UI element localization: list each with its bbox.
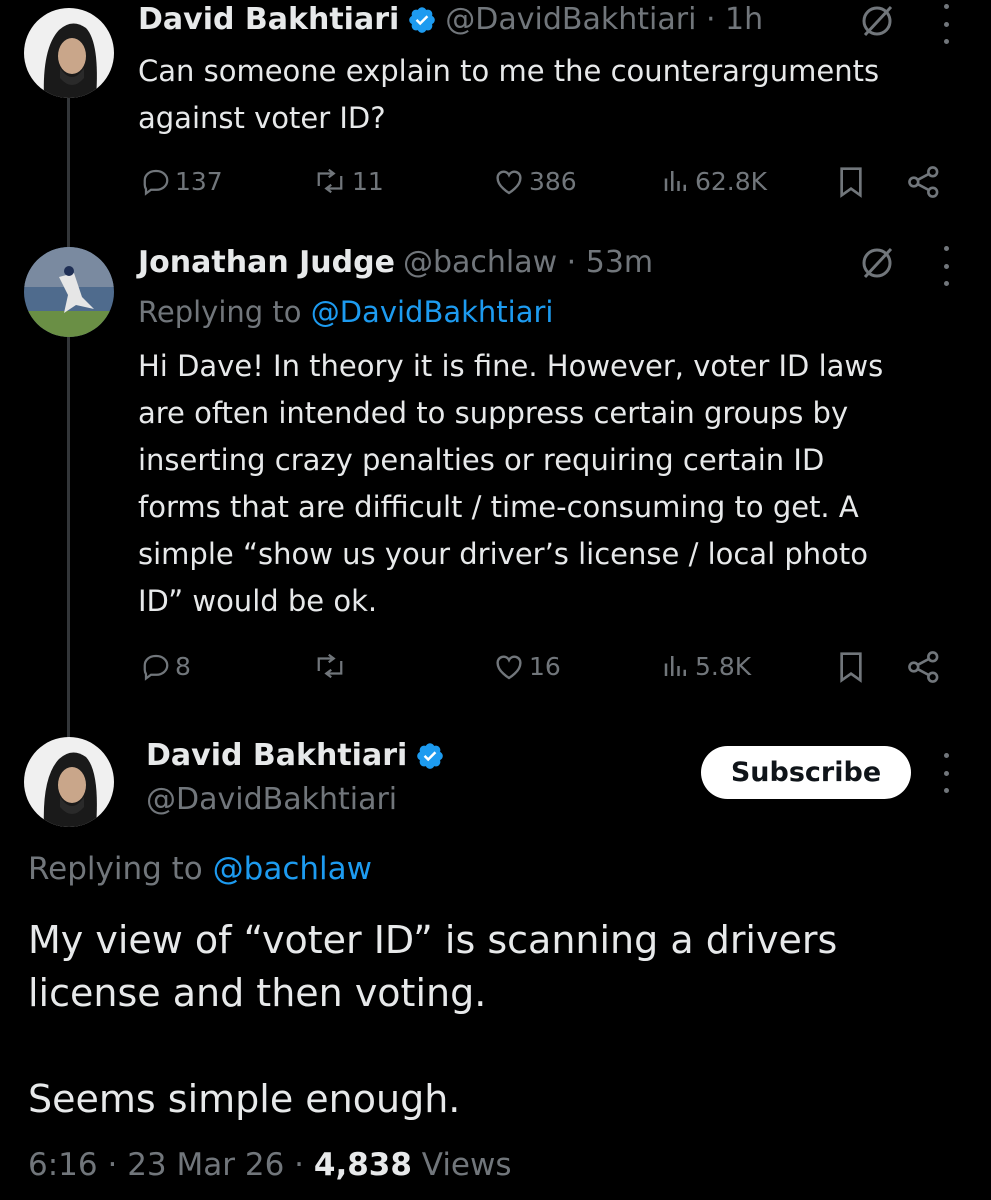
views-count: 4,838: [313, 1147, 412, 1183]
replying-to: Replying to @DavidBakhtiari: [138, 294, 553, 330]
replying-to-handle[interactable]: @DavidBakhtiari: [311, 294, 554, 330]
bookmark-icon: [840, 167, 862, 198]
replying-label: Replying to: [28, 851, 203, 887]
views-button[interactable]: 5.8K: [661, 651, 751, 681]
grok-icon[interactable]: [860, 246, 894, 280]
views-icon: [664, 656, 686, 676]
reply-icon: [143, 169, 169, 196]
tweet-meta: 6:16 · 23 Mar 26 · 4,838 Views: [28, 1147, 512, 1183]
grok-icon[interactable]: [860, 4, 894, 38]
reply-count: 137: [175, 166, 223, 196]
more-icon[interactable]: [941, 4, 951, 44]
author-name[interactable]: David Bakhtiari: [146, 738, 407, 774]
main-tweet-author: David Bakhtiari: [146, 738, 445, 774]
main-tweet-handle-row: @DavidBakhtiari: [146, 782, 397, 818]
avatar-jonathan-judge[interactable]: [24, 247, 114, 337]
views-count: 5.8K: [695, 651, 752, 681]
share-button[interactable]: [906, 166, 946, 198]
repost-icon: [317, 653, 343, 679]
repost-button[interactable]: 11: [312, 166, 384, 196]
like-button[interactable]: 16: [493, 651, 561, 681]
more-icon[interactable]: [941, 246, 951, 286]
bookmark-button[interactable]: [837, 166, 869, 198]
reply-button[interactable]: 137: [141, 166, 223, 196]
author-handle[interactable]: @DavidBakhtiari: [146, 782, 397, 818]
verified-badge-icon: [415, 741, 445, 771]
avatar-david-bakhtiari[interactable]: [24, 737, 114, 827]
like-count: 386: [529, 166, 577, 196]
bookmark-icon: [840, 652, 862, 683]
more-icon[interactable]: [941, 753, 951, 793]
views-count: 62.8K: [695, 166, 768, 196]
tweet-header: David Bakhtiari @DavidBakhtiari · 1h: [138, 2, 764, 38]
replying-label: Replying to: [138, 295, 302, 329]
share-icon: [908, 166, 939, 198]
like-button[interactable]: 386: [493, 166, 577, 196]
views-icon: [664, 171, 686, 191]
views-label: Views: [421, 1147, 512, 1183]
avatar-david-bakhtiari[interactable]: [24, 8, 114, 98]
tweet-date[interactable]: 23 Mar 26: [127, 1147, 284, 1183]
share-icon: [908, 651, 939, 683]
like-icon: [496, 170, 522, 195]
author-handle[interactable]: @bachlaw: [403, 245, 557, 281]
replying-to: Replying to @bachlaw: [28, 851, 372, 887]
tweet-header: Jonathan Judge @bachlaw · 53m: [138, 245, 654, 281]
tweet-time[interactable]: 53m: [586, 245, 653, 281]
tweet-time[interactable]: 1h: [725, 2, 763, 38]
author-name[interactable]: Jonathan Judge: [138, 245, 395, 281]
replying-to-handle[interactable]: @bachlaw: [213, 851, 372, 887]
views-button[interactable]: 62.8K: [661, 166, 767, 196]
reply-icon: [143, 654, 169, 681]
reply-count: 8: [175, 651, 191, 681]
tweet-time[interactable]: 6:16: [28, 1147, 98, 1183]
repost-icon: [317, 168, 343, 194]
share-button[interactable]: [906, 651, 946, 683]
like-count: 16: [529, 651, 561, 681]
author-name[interactable]: David Bakhtiari: [138, 2, 399, 38]
author-handle[interactable]: @DavidBakhtiari: [445, 2, 696, 38]
tweet-text: Can someone explain to me the counterarg…: [138, 54, 880, 135]
verified-badge-icon: [407, 5, 437, 35]
repost-count: 11: [352, 166, 384, 196]
bookmark-button[interactable]: [837, 651, 869, 683]
like-icon: [496, 655, 522, 680]
repost-button[interactable]: [312, 651, 352, 681]
reply-button[interactable]: 8: [141, 651, 191, 681]
main-tweet-text: My view of “voter ID” is scanning a driv…: [28, 918, 838, 1121]
tweet-text: Hi Dave! In theory it is fine. However, …: [138, 349, 884, 618]
thread-line: [67, 95, 70, 740]
subscribe-button[interactable]: Subscribe: [701, 746, 911, 799]
